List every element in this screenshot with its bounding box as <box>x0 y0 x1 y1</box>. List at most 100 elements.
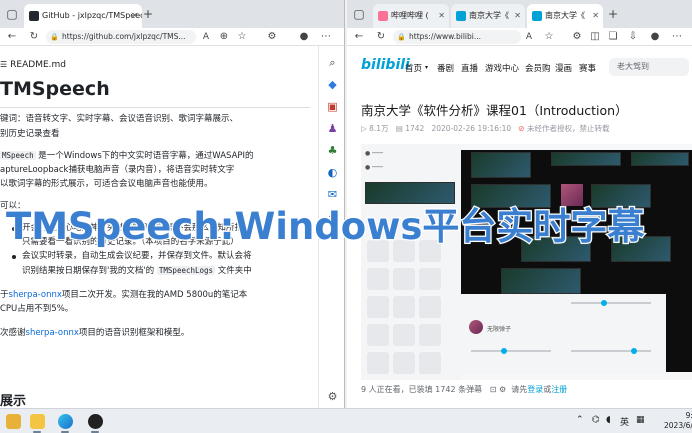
tab-github[interactable]: GitHub - jxlpzqc/TMSpeech: 腾讯 ✕ <box>24 4 142 28</box>
nav-home[interactable]: 首页 <box>405 62 422 74</box>
extensions-icon[interactable]: ⚙ <box>569 30 585 44</box>
lock-icon: 🔒 <box>50 33 59 41</box>
danmaku-toggle-icon[interactable]: ⊡ <box>490 385 497 394</box>
tray-chevron-icon[interactable]: ⌃ <box>576 415 584 425</box>
subtitle-caption-overlay: TMSpeech:Windows平台实时字幕 <box>5 204 646 250</box>
search-input[interactable]: 老大驾到 <box>609 58 689 76</box>
player-settings-panel: ● ─── ● ─── <box>361 144 461 380</box>
tab-nju-1[interactable]: 南京大学《 ✕ <box>451 4 525 28</box>
more-menu-icon[interactable]: ⋯ <box>669 30 685 44</box>
video-thumbnail <box>471 152 531 178</box>
downloads-icon[interactable]: ⇩ <box>625 30 641 44</box>
ime-grid-icon[interactable]: ▦ <box>636 415 645 425</box>
tag-icon[interactable]: ◆ <box>326 78 339 91</box>
video-thumbnail <box>551 152 621 166</box>
zoom-icon[interactable]: ⊕ <box>216 30 232 44</box>
grid-tile[interactable] <box>393 268 415 290</box>
office-icon[interactable]: ◐ <box>326 166 339 179</box>
grid-tile[interactable] <box>367 324 389 346</box>
sherpa-onnx-link[interactable]: sherpa-onnx <box>9 290 62 300</box>
grid-tile[interactable] <box>393 352 415 374</box>
grid-tile[interactable] <box>393 324 415 346</box>
network-icon[interactable]: ⌬ <box>592 415 600 425</box>
close-tab-icon[interactable]: ✕ <box>131 4 138 28</box>
split-screen-icon[interactable]: ◫ <box>587 30 603 44</box>
volume-icon[interactable]: ◖ <box>606 415 611 425</box>
github-favicon-icon <box>29 11 39 21</box>
read-aloud-icon[interactable]: A <box>521 30 537 44</box>
video-player[interactable]: ● ─── ● ─── 无限弹子 <box>361 144 692 380</box>
tab-nju-2[interactable]: 南京大学《 ✕ <box>527 4 603 28</box>
section-heading: 展示 <box>0 394 27 408</box>
slider-handle[interactable] <box>501 348 507 354</box>
collections-icon[interactable]: ❏ <box>605 30 621 44</box>
left-address-bar: ← ↻ 🔒 https://github.com/jxlpzqc/TMS... … <box>0 28 344 46</box>
more-menu-icon[interactable]: ⋯ <box>318 30 334 44</box>
settings-gear-icon[interactable]: ⚙ <box>499 385 506 394</box>
login-link[interactable]: 登录 <box>527 385 543 394</box>
search-icon[interactable]: ⌕ <box>326 56 339 69</box>
bilibili-logo[interactable]: bilibili <box>361 57 410 73</box>
tab-actions-icon[interactable]: ▢ <box>351 7 367 21</box>
weather-icon[interactable] <box>6 414 21 429</box>
profile-avatar-icon[interactable]: ● <box>647 30 663 44</box>
play-count-icon: ▷ <box>361 124 370 133</box>
close-tab-icon[interactable]: ✕ <box>592 4 599 28</box>
input-language[interactable]: 英 <box>620 415 629 428</box>
volume-slider[interactable] <box>471 350 551 352</box>
favorite-star-icon[interactable]: ☆ <box>541 30 557 44</box>
tab-bilibili-home[interactable]: 哔哩哔哩 ( ✕ <box>373 4 449 28</box>
grid-tile[interactable] <box>367 268 389 290</box>
back-icon[interactable]: ← <box>351 30 367 44</box>
games-icon[interactable]: ♣ <box>326 144 339 157</box>
url-field[interactable]: 🔒 https://www.bilibi... <box>393 30 521 44</box>
grid-tile[interactable] <box>419 296 441 318</box>
user-icon[interactable]: ♟ <box>326 122 339 135</box>
toolbox-icon[interactable]: ▣ <box>326 100 339 113</box>
new-tab-button[interactable]: + <box>140 7 156 21</box>
edge-icon[interactable] <box>58 414 73 429</box>
nav-anime[interactable]: 番剧 <box>437 62 454 74</box>
chevron-down-icon[interactable]: ▾ <box>425 64 428 71</box>
signup-link[interactable]: 注册 <box>551 385 567 394</box>
grid-tile[interactable] <box>393 296 415 318</box>
nav-mall[interactable]: 会员购 <box>525 62 551 74</box>
inline-code: MSpeech <box>0 151 36 160</box>
read-aloud-icon[interactable]: A <box>198 30 214 44</box>
video-meta: ▷ 8.1万 ▤ 1742 2020-02-26 19:16:10 ⊘ 未经作者… <box>361 124 610 133</box>
refresh-icon[interactable]: ↻ <box>26 30 42 44</box>
lock-icon: 🔒 <box>397 33 406 41</box>
bilibili-favicon-icon <box>456 11 466 21</box>
close-tab-icon[interactable]: ✕ <box>514 4 521 28</box>
extensions-icon[interactable]: ⚙ <box>264 30 280 44</box>
grid-tile[interactable] <box>419 352 441 374</box>
grid-tile[interactable] <box>419 324 441 346</box>
nav-live[interactable]: 直播 <box>461 62 478 74</box>
nav-manga[interactable]: 漫画 <box>555 62 572 74</box>
readme-title: TMSpeech <box>0 78 110 100</box>
url-field[interactable]: 🔒 https://github.com/jxlpzqc/TMS... <box>46 30 196 44</box>
speed-slider[interactable] <box>571 302 651 304</box>
grid-tile[interactable] <box>367 296 389 318</box>
file-explorer-icon[interactable] <box>30 414 45 429</box>
slider-handle[interactable] <box>631 348 637 354</box>
settings-gear-icon[interactable]: ⚙ <box>326 390 339 403</box>
slider-handle[interactable] <box>601 300 607 306</box>
grid-tile[interactable] <box>419 268 441 290</box>
new-tab-button[interactable]: + <box>605 7 621 21</box>
system-clock[interactable]: 9:39 2023/6/30 <box>664 411 692 431</box>
grid-tile[interactable] <box>367 352 389 374</box>
back-icon[interactable]: ← <box>4 30 20 44</box>
favorite-star-icon[interactable]: ☆ <box>234 30 250 44</box>
profile-avatar-icon[interactable]: ● <box>296 30 312 44</box>
tab-actions-icon[interactable]: ▢ <box>4 7 20 21</box>
video-thumbnail <box>501 268 581 294</box>
sherpa-onnx-link[interactable]: sherpa-onnx <box>26 328 79 338</box>
opacity-slider[interactable] <box>571 350 651 352</box>
app-icon[interactable] <box>88 414 103 429</box>
refresh-icon[interactable]: ↻ <box>373 30 389 44</box>
nav-events[interactable]: 赛事 <box>579 62 596 74</box>
nav-game-center[interactable]: 游戏中心 <box>485 62 519 74</box>
close-tab-icon[interactable]: ✕ <box>438 4 445 28</box>
panel-label: 无限弹子 <box>487 326 512 333</box>
